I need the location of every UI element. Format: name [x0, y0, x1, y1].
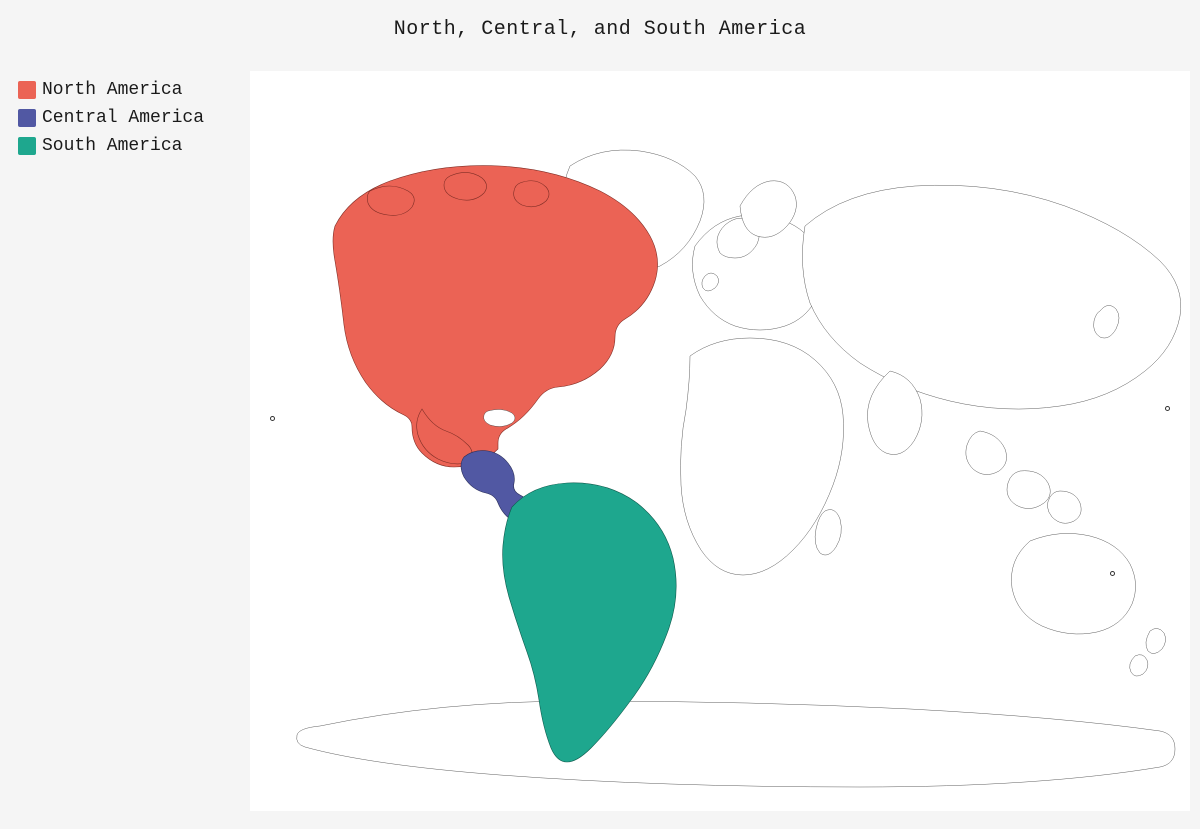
island-speck-icon [1110, 571, 1115, 576]
legend: North America Central America South Amer… [0, 71, 250, 161]
legend-label: North America [42, 77, 182, 103]
legend-swatch-icon [18, 137, 36, 155]
region-madagascar [815, 510, 841, 555]
legend-swatch-icon [18, 109, 36, 127]
region-asia [802, 185, 1180, 409]
region-australia [1011, 533, 1135, 634]
region-antarctica [297, 701, 1175, 787]
world-map-svg [250, 71, 1190, 811]
island-speck-icon [1165, 406, 1170, 411]
legend-label: Central America [42, 105, 204, 131]
legend-swatch-icon [18, 81, 36, 99]
legend-item-north-america[interactable]: North America [18, 77, 250, 103]
region-caribbean [484, 409, 515, 426]
legend-label: South America [42, 133, 182, 159]
page-title: North, Central, and South America [0, 0, 1200, 71]
region-se-asia [966, 431, 1081, 523]
content-row: North America Central America South Amer… [0, 71, 1200, 827]
island-speck-icon [270, 416, 275, 421]
map-panel[interactable] [250, 71, 1190, 811]
legend-item-south-america[interactable]: South America [18, 133, 250, 159]
region-new-zealand [1130, 628, 1166, 676]
legend-item-central-america[interactable]: Central America [18, 105, 250, 131]
